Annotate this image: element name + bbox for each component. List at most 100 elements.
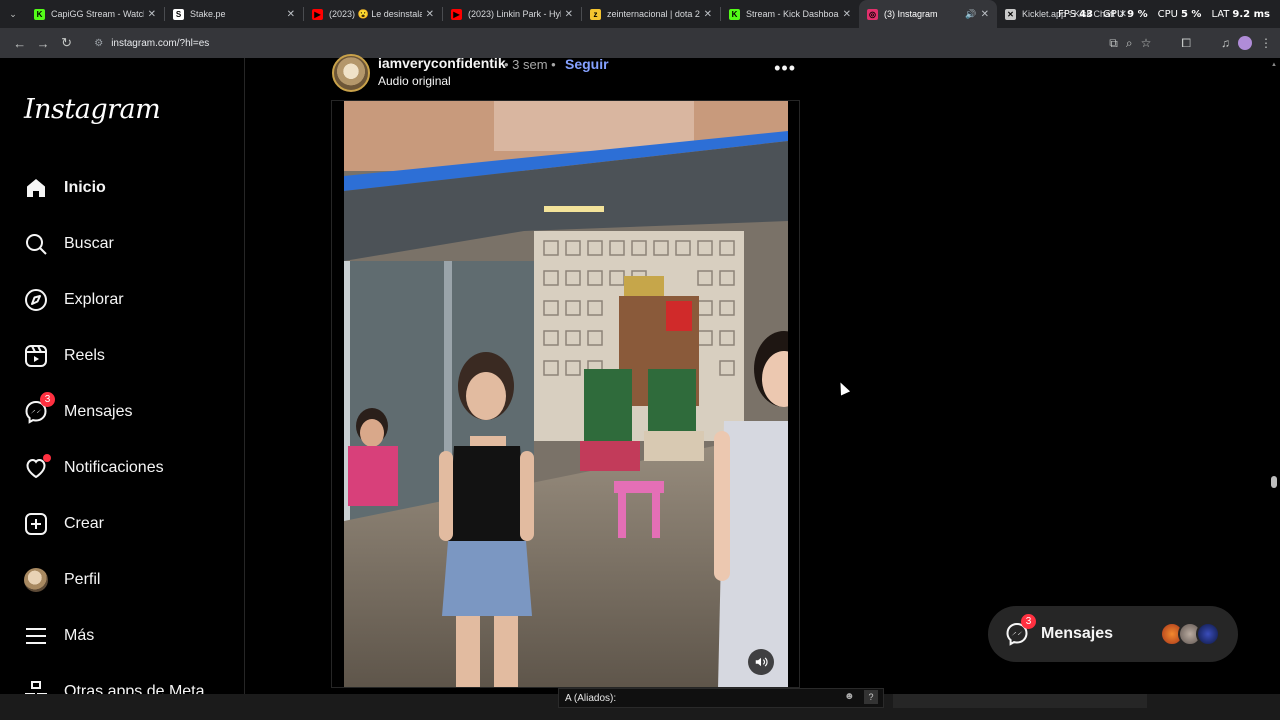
tab-favicon-icon: ▶ <box>451 8 462 20</box>
tab-favicon-icon: K <box>34 8 45 20</box>
home-icon <box>24 176 48 200</box>
browser-tab[interactable]: K Stream - Kick Dashboard ✕ <box>721 0 859 28</box>
plus-square-icon <box>24 512 48 536</box>
tab-favicon-icon: S <box>173 8 184 20</box>
audio-toggle-icon[interactable] <box>748 649 774 675</box>
sidebar-item-crear[interactable]: Crear <box>24 504 224 544</box>
tab-close-icon[interactable]: ✕ <box>426 9 434 20</box>
chat-help-button[interactable]: ? <box>864 690 878 704</box>
performance-overlay: FPS 43 GPU 9 % CPU 5 % LAT 9.2 ms <box>1058 0 1270 28</box>
tab-title: zeinternacional | dota 2 Ir <box>607 9 700 19</box>
sidebar-item-label: Perfil <box>64 571 101 588</box>
sidebar-item-label: Crear <box>64 515 105 532</box>
post-audio-link[interactable]: Audio original <box>378 74 451 88</box>
post-media[interactable] <box>331 100 800 688</box>
tab-title: Stake.pe <box>190 9 226 19</box>
zoom-icon[interactable]: ⌕ <box>1126 36 1133 51</box>
tab-search-chevron-icon[interactable]: ⌄ <box>0 0 26 28</box>
extensions-icon[interactable]: ⧠ <box>1181 36 1191 51</box>
page-scrollbar[interactable]: ▲ <box>1268 58 1280 694</box>
tab-close-icon[interactable]: ✕ <box>981 9 989 20</box>
sidebar-item-perfil[interactable]: Perfil <box>24 560 224 600</box>
sidebar-item-label: Mensajes <box>64 403 133 420</box>
reload-icon[interactable]: ↻ <box>55 31 78 55</box>
video-frame-illustration <box>344 101 788 687</box>
sidebar-item-inicio[interactable]: Inicio <box>24 168 224 208</box>
scroll-up-arrow-icon[interactable]: ▲ <box>1271 62 1277 68</box>
tab-title: (3) Instagram <box>884 9 938 19</box>
messenger-icon: 3 <box>1005 614 1036 646</box>
toolbar-icons: ⧉ ⌕ ☆ ⧠ ♫ ⋮ <box>1109 36 1272 51</box>
sidebar-item-mensajes[interactable]: 3 Mensajes <box>24 392 224 432</box>
gpu-readout: GPU 9 % <box>1103 8 1148 20</box>
sidebar-item-mas[interactable]: Más <box>24 616 224 656</box>
scrollbar-thumb[interactable] <box>1271 476 1277 488</box>
profile-avatar-icon[interactable] <box>1237 36 1252 50</box>
messages-floating-button[interactable]: 3 Mensajes <box>988 606 1238 662</box>
media-control-icon[interactable]: ♫ <box>1221 36 1230 50</box>
messages-badge: 3 <box>1021 614 1036 629</box>
game-overlay-panel <box>893 694 1147 708</box>
tab-close-icon[interactable]: ✕ <box>843 9 851 20</box>
follow-button[interactable]: Seguir <box>565 56 609 72</box>
messenger-icon: 3 <box>24 392 55 424</box>
instagram-sidebar: Instagram Inicio Buscar Explorar Reels 3… <box>0 58 245 701</box>
search-icon <box>24 232 48 256</box>
tab-close-icon[interactable]: ✕ <box>704 9 712 20</box>
sidebar-item-buscar[interactable]: Buscar <box>24 224 224 264</box>
browser-menu-icon[interactable]: ⋮ <box>1260 36 1272 50</box>
url-text: instagram.com/?hl=es <box>111 37 210 49</box>
tab-title: CapiGG Stream - Watch Li <box>51 9 144 19</box>
post-timestamp: • 3 sem • <box>504 57 556 72</box>
allies-chat-input[interactable]: A (Aliados): <box>558 688 884 708</box>
tab-favicon-icon: ▶ <box>312 8 323 20</box>
forward-arrow-icon[interactable]: → <box>31 31 54 55</box>
cpu-readout: CPU 5 % <box>1157 8 1202 20</box>
sidebar-item-reels[interactable]: Reels <box>24 336 224 376</box>
install-app-icon[interactable]: ⧉ <box>1109 36 1118 51</box>
more-options-icon[interactable]: ••• <box>774 58 796 79</box>
emoji-icon[interactable]: ☻ <box>844 691 855 702</box>
tab-close-icon[interactable]: ✕ <box>565 9 573 20</box>
sidebar-item-label: Inicio <box>64 179 106 196</box>
tab-favicon-icon: K <box>729 8 740 20</box>
post-username[interactable]: iamveryconfidentik <box>378 55 506 71</box>
avatar <box>1196 622 1220 646</box>
tab-close-icon[interactable]: ✕ <box>148 9 156 20</box>
bookmark-star-icon[interactable]: ☆ <box>1141 36 1152 50</box>
tab-favicon-icon: ✕ <box>1005 8 1016 20</box>
mouse-cursor-icon <box>835 380 851 396</box>
tab-close-icon[interactable]: ✕ <box>287 9 295 20</box>
back-arrow-icon[interactable]: ← <box>8 31 31 55</box>
post-author-avatar[interactable] <box>332 54 370 92</box>
browser-tab[interactable]: K CapiGG Stream - Watch Li ✕ <box>26 0 164 28</box>
tab-title: (2023) 😮 Le desinstalan e <box>329 8 422 19</box>
browser-tab[interactable]: S Stake.pe ✕ <box>165 0 303 28</box>
instagram-logo[interactable]: Instagram <box>24 94 161 125</box>
tab-title: Stream - Kick Dashboard <box>746 9 839 19</box>
messages-label: Mensajes <box>1041 625 1114 642</box>
browser-tab[interactable]: ◎ (3) Instagram 🔊 ✕ <box>859 0 997 28</box>
avatar <box>24 568 48 592</box>
reel-video[interactable] <box>344 101 788 687</box>
heart-icon <box>24 454 51 480</box>
browser-tab[interactable]: ▶ (2023) Linkin Park - Hybri ✕ <box>443 0 581 28</box>
reels-icon <box>24 344 48 368</box>
site-info-icon[interactable]: ⚙ <box>94 38 103 49</box>
compass-icon <box>24 288 48 312</box>
browser-tab[interactable]: ▶ (2023) 😮 Le desinstalan e ✕ <box>304 0 442 28</box>
sidebar-item-label: Notificaciones <box>64 459 164 476</box>
address-bar[interactable]: ⚙ instagram.com/?hl=es <box>84 31 1089 55</box>
browser-tab[interactable]: z zeinternacional | dota 2 Ir ✕ <box>582 0 720 28</box>
sidebar-item-label: Reels <box>64 347 105 364</box>
conversation-avatars <box>1160 622 1220 646</box>
sidebar-item-label: Más <box>64 627 95 644</box>
tab-favicon-icon: z <box>590 8 601 20</box>
latency-readout: LAT 9.2 ms <box>1211 8 1270 20</box>
sidebar-item-notificaciones[interactable]: Notificaciones <box>24 448 224 488</box>
sidebar-item-label: Buscar <box>64 235 114 252</box>
chat-prompt-label: A (Aliados): <box>565 693 617 704</box>
sidebar-item-explorar[interactable]: Explorar <box>24 280 224 320</box>
messages-badge: 3 <box>40 392 55 407</box>
tab-audio-icon[interactable]: 🔊 <box>965 9 976 20</box>
